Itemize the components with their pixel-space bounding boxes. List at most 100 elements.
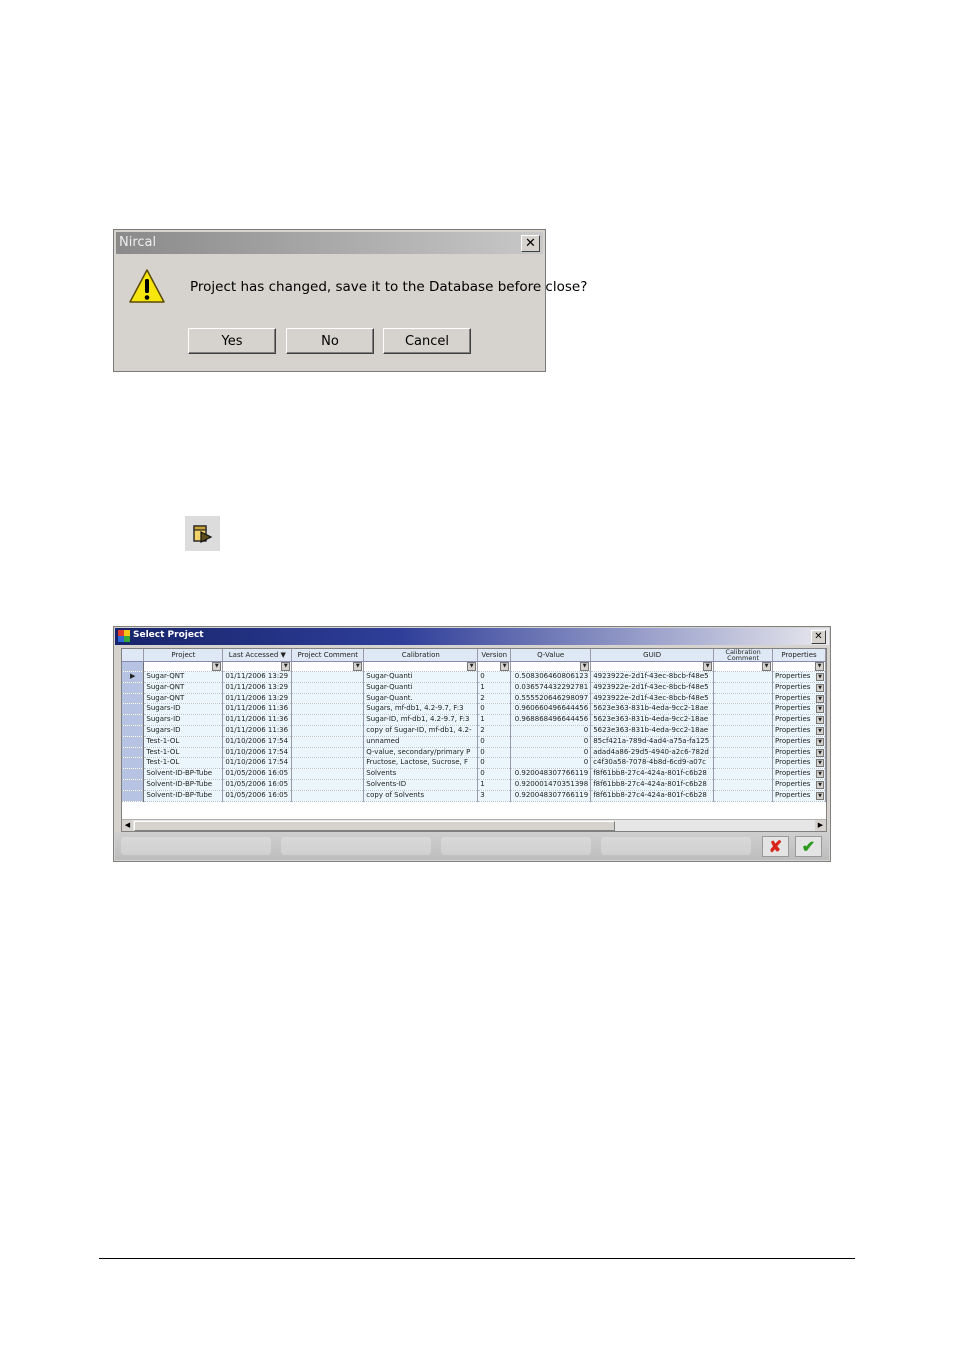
cell-guid[interactable]: 5623e363-831b-4eda-9cc2-18ae xyxy=(590,725,715,737)
cell-version[interactable]: 0 xyxy=(477,671,512,683)
cell-properties[interactable]: Properties ▼ xyxy=(772,757,826,770)
cell-properties[interactable]: Properties ▼ xyxy=(772,768,826,780)
cell-q-value[interactable]: 0 xyxy=(510,736,592,748)
cell-calibration-comment[interactable] xyxy=(713,725,774,737)
filter-cell[interactable]: ▼ xyxy=(590,661,715,672)
cell-version[interactable]: 0 xyxy=(477,747,512,759)
cell-calibration[interactable]: Sugar-Quanti xyxy=(363,671,479,683)
cell-calibration[interactable]: Fructose, Lactose, Sucrose, F xyxy=(363,757,479,770)
filter-cell[interactable]: ▼ xyxy=(363,661,479,672)
table-row[interactable]: Solvent-ID-BP-Tube 01/05/2006 16:05 copy o… xyxy=(122,790,826,802)
cell-project-comment[interactable] xyxy=(291,671,365,683)
cell-properties[interactable]: Properties ▼ xyxy=(772,714,826,726)
cell-version[interactable]: 1 xyxy=(477,682,512,694)
column-header-last-accessed[interactable]: Last Accessed ▼ xyxy=(222,649,293,662)
cell-project-comment[interactable] xyxy=(291,703,365,716)
dropdown-arrow-icon[interactable]: ▼ xyxy=(816,726,824,735)
cell-calibration[interactable]: unnamed xyxy=(363,736,479,748)
row-selector[interactable] xyxy=(122,747,145,759)
cell-calibration-comment[interactable] xyxy=(713,790,774,802)
cell-q-value[interactable]: 0.036574432292781 xyxy=(510,682,592,694)
cell-version[interactable]: 0 xyxy=(477,736,512,748)
filter-cell[interactable]: ▼ xyxy=(291,661,365,672)
cell-calibration-comment[interactable] xyxy=(713,736,774,748)
cell-project[interactable]: Sugar-QNT xyxy=(143,671,224,683)
cell-properties[interactable]: Properties ▼ xyxy=(772,779,826,791)
cell-last-accessed[interactable]: 01/10/2006 17:54 xyxy=(222,757,293,770)
column-header-calibration[interactable]: Calibration xyxy=(363,649,479,662)
cell-project[interactable]: Test-1-OL xyxy=(143,757,224,770)
table-row[interactable]: Sugar-QNT 01/11/2006 13:29 Sugar-Quanti 1 0.… xyxy=(122,682,826,694)
cell-guid[interactable]: 5623e363-831b-4eda-9cc2-18ae xyxy=(590,714,715,726)
row-selector[interactable] xyxy=(122,790,145,802)
scroll-right-icon[interactable]: ▶ xyxy=(815,820,826,831)
dropdown-arrow-icon[interactable]: ▼ xyxy=(816,737,824,746)
column-header-guid[interactable]: GUID xyxy=(590,649,715,662)
cell-version[interactable]: 0 xyxy=(477,768,512,780)
cell-project-comment[interactable] xyxy=(291,779,365,791)
cell-project-comment[interactable] xyxy=(291,736,365,748)
cell-q-value[interactable]: 0.960660496644456 xyxy=(510,703,592,716)
table-row[interactable]: Test-1-OL 01/10/2006 17:54 Fructose, Lacto… xyxy=(122,757,826,770)
cell-version[interactable]: 2 xyxy=(477,725,512,737)
cell-calibration[interactable]: Sugars, mf-db1, 4.2-9.7, F:3 xyxy=(363,703,479,716)
table-row[interactable]: ▶ Sugar-QNT 01/11/2006 13:29 Sugar-Quanti 0 0… xyxy=(122,671,826,683)
cancel-button[interactable]: Cancel xyxy=(383,328,471,354)
cell-project[interactable]: Test-1-OL xyxy=(143,747,224,759)
dropdown-arrow-icon[interactable]: ▼ xyxy=(467,662,477,671)
table-row[interactable]: Sugars-ID 01/11/2006 11:36 copy of Sugar-I… xyxy=(122,725,826,737)
row-selector[interactable] xyxy=(122,779,145,791)
cell-properties[interactable]: Properties ▼ xyxy=(772,790,826,802)
dropdown-arrow-icon[interactable]: ▼ xyxy=(816,770,824,779)
cell-q-value[interactable]: 0.555520646298097 xyxy=(510,693,592,705)
table-row[interactable]: Sugar-QNT 01/11/2006 13:29 Sugar-Quant. 2 0.… xyxy=(122,693,826,705)
column-header-calibration-comment[interactable]: Calibration Comment xyxy=(713,649,774,662)
cell-project-comment[interactable] xyxy=(291,768,365,780)
cell-project[interactable]: Solvent-ID-BP-Tube xyxy=(143,790,224,802)
cell-guid[interactable]: 4923922e-2d1f-43ec-8bcb-f48e5 xyxy=(590,693,715,705)
dropdown-arrow-icon[interactable]: ▼ xyxy=(816,791,824,800)
cell-calibration[interactable]: copy of Solvents xyxy=(363,790,479,802)
table-row[interactable]: Sugars-ID 01/11/2006 11:36 Sugar-ID, mf-db… xyxy=(122,714,826,726)
dropdown-arrow-icon[interactable]: ▼ xyxy=(816,716,824,725)
cell-calibration-comment[interactable] xyxy=(713,747,774,759)
column-header-properties[interactable]: Properties xyxy=(772,649,826,662)
cell-calibration[interactable]: Solvents xyxy=(363,768,479,780)
filter-cell[interactable]: ▼ xyxy=(143,661,224,672)
cell-q-value[interactable]: 0 xyxy=(510,747,592,759)
filter-cell[interactable]: ▼ xyxy=(510,661,592,672)
dropdown-arrow-icon[interactable]: ▼ xyxy=(816,705,824,714)
scroll-left-icon[interactable]: ◀ xyxy=(122,820,133,831)
dropdown-arrow-icon[interactable]: ▼ xyxy=(816,748,824,757)
filter-cell[interactable]: ▼ xyxy=(477,661,512,672)
cell-project-comment[interactable] xyxy=(291,757,365,770)
cell-guid[interactable]: 4923922e-2d1f-43ec-8bcb-f48e5 xyxy=(590,671,715,683)
cell-last-accessed[interactable]: 01/11/2006 11:36 xyxy=(222,703,293,716)
row-selector[interactable]: ▶ xyxy=(122,671,145,683)
cell-calibration[interactable]: copy of Sugar-ID, mf-db1, 4.2- xyxy=(363,725,479,737)
cell-properties[interactable]: Properties ▼ xyxy=(772,703,826,716)
column-header-q-value[interactable]: Q-Value xyxy=(510,649,592,662)
cell-q-value[interactable]: 0.920001470351398 xyxy=(510,779,592,791)
scrollbar-thumb[interactable] xyxy=(134,821,615,831)
row-selector[interactable] xyxy=(122,703,145,716)
dropdown-arrow-icon[interactable]: ▼ xyxy=(816,673,824,681)
dropdown-arrow-icon[interactable]: ▼ xyxy=(816,683,824,692)
cell-guid[interactable]: 85cf421a-789d-4ad4-a75a-fa125 xyxy=(590,736,715,748)
cell-q-value[interactable]: 0.920048307766119 xyxy=(510,790,592,802)
open-project-icon[interactable] xyxy=(185,516,220,551)
column-header-project-comment[interactable]: Project Comment xyxy=(291,649,365,662)
dropdown-arrow-icon[interactable]: ▼ xyxy=(762,662,772,671)
cell-properties[interactable]: Properties ▼ xyxy=(772,725,826,737)
cell-q-value[interactable]: 0 xyxy=(510,757,592,770)
close-icon[interactable]: ✕ xyxy=(811,630,826,644)
row-selector[interactable] xyxy=(122,682,145,694)
column-header-version[interactable]: Version xyxy=(477,649,512,662)
cell-last-accessed[interactable]: 01/11/2006 13:29 xyxy=(222,671,293,683)
ok-check-icon[interactable]: ✔ xyxy=(795,836,822,857)
cell-calibration[interactable]: Solvents-ID xyxy=(363,779,479,791)
cell-properties[interactable]: Properties ▼ xyxy=(772,693,826,705)
cell-last-accessed[interactable]: 01/11/2006 13:29 xyxy=(222,693,293,705)
filter-cell[interactable]: ▼ xyxy=(222,661,293,672)
filter-cell[interactable]: ▼ xyxy=(713,661,774,672)
